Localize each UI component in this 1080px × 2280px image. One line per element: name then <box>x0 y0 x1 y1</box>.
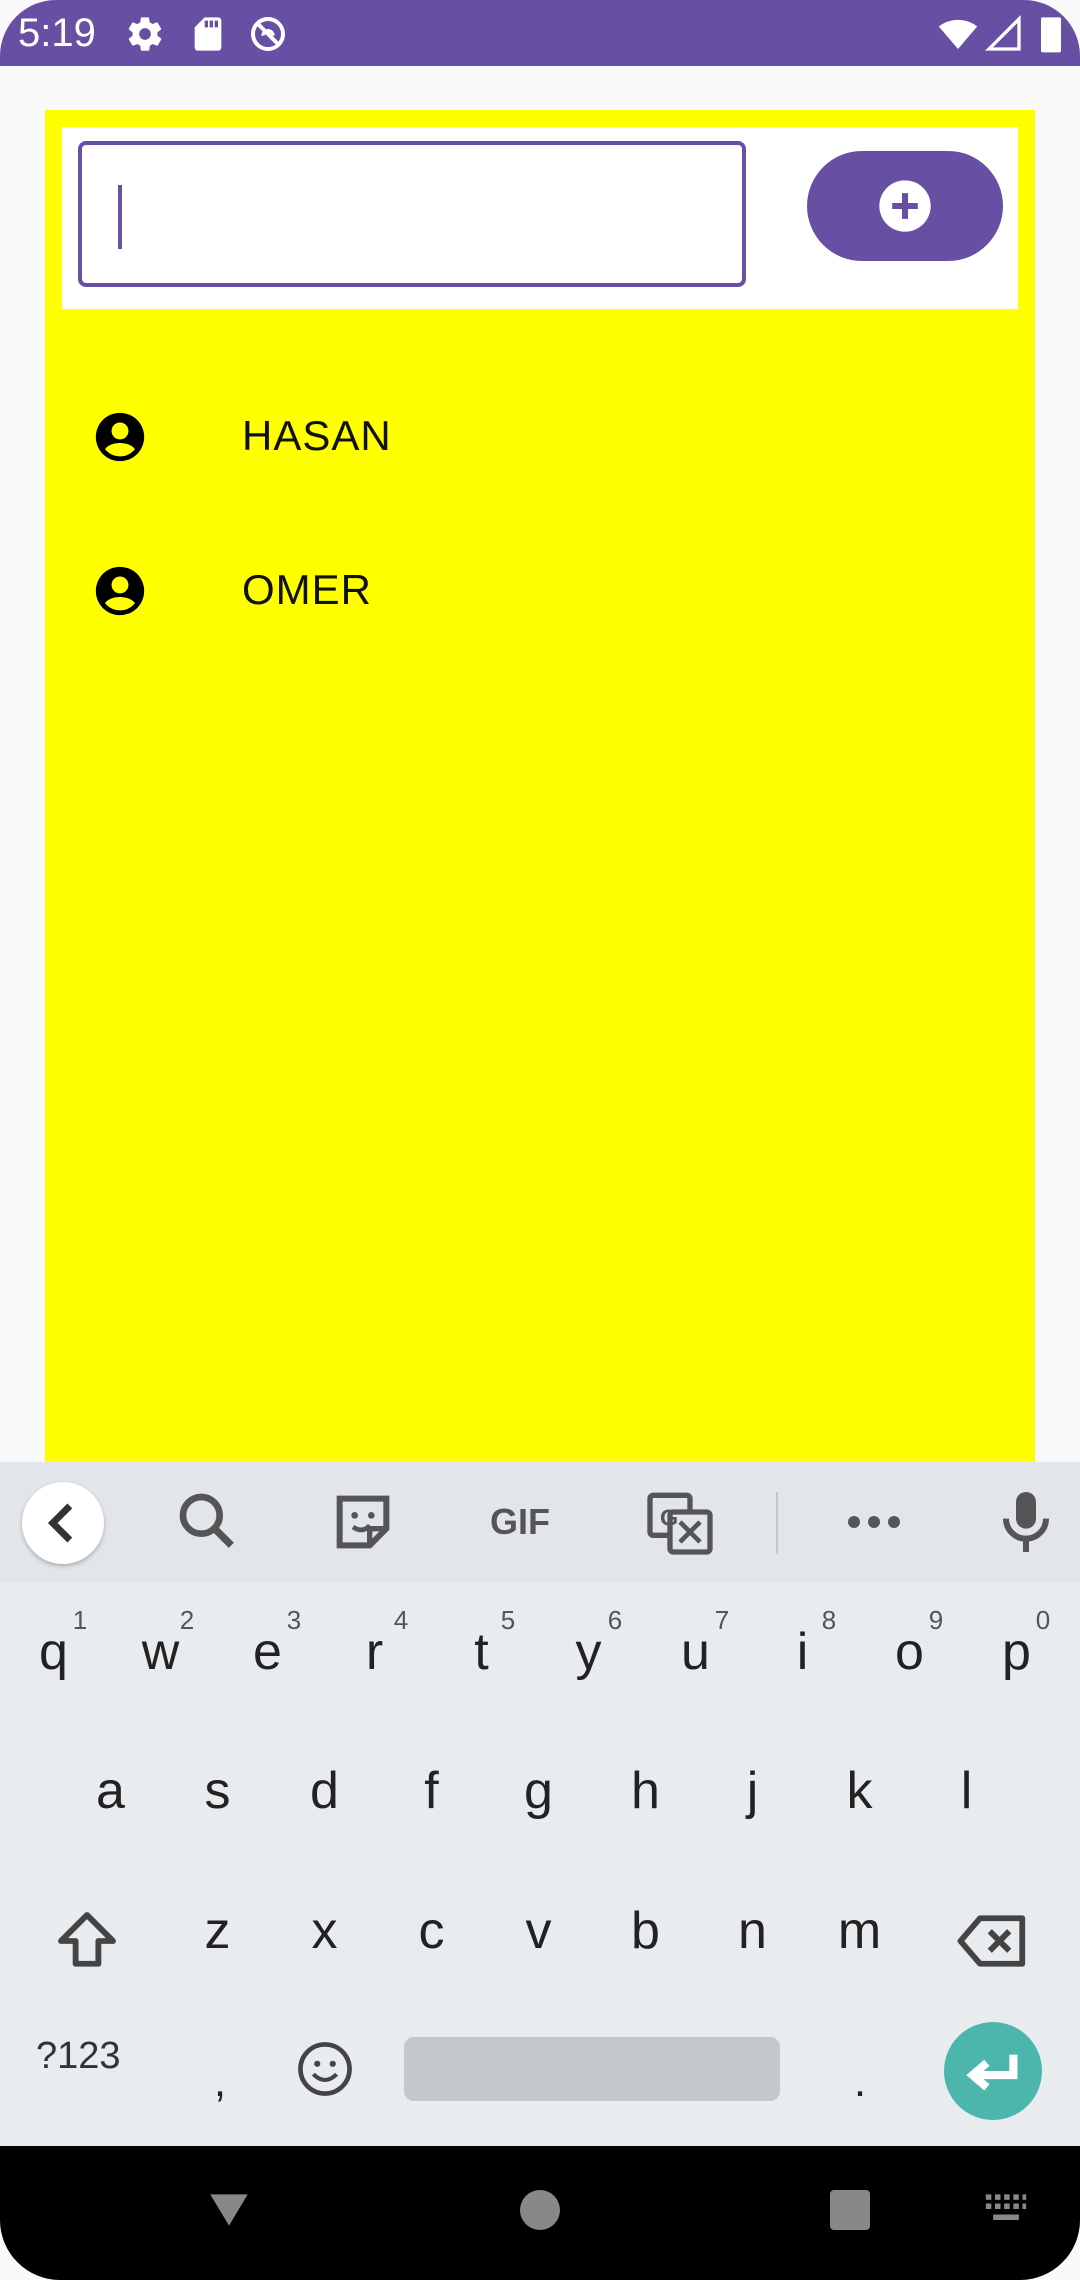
name-input[interactable] <box>102 165 706 267</box>
svg-text:G: G <box>660 1504 678 1530</box>
key-w[interactable]: w <box>107 1597 214 1707</box>
key-l[interactable]: l <box>913 1736 1020 1846</box>
key-c[interactable]: c <box>378 1876 485 1986</box>
list-item[interactable]: OMER <box>45 517 1035 667</box>
toolbar-divider <box>776 1492 778 1554</box>
key-u[interactable]: u <box>642 1597 749 1707</box>
chevron-left-icon <box>47 1503 73 1543</box>
keyboard-switch-icon[interactable] <box>984 2192 1028 2226</box>
comma-key[interactable]: , <box>200 2027 240 2137</box>
key-d[interactable]: d <box>271 1736 378 1846</box>
key-t[interactable]: t <box>428 1597 535 1707</box>
key-m[interactable]: m <box>806 1876 913 1986</box>
key-a[interactable]: a <box>57 1736 164 1846</box>
key-z[interactable]: z <box>164 1876 271 1986</box>
home-circle-icon[interactable] <box>516 2186 564 2234</box>
key-p[interactable]: p <box>963 1597 1070 1707</box>
symbols-key[interactable]: ?123 <box>36 2035 121 2078</box>
text-cursor <box>118 185 122 249</box>
emoji-icon[interactable] <box>294 2038 356 2100</box>
sticker-icon[interactable] <box>323 1482 403 1562</box>
key-s[interactable]: s <box>164 1736 271 1846</box>
more-icon[interactable] <box>834 1482 914 1562</box>
list-item[interactable]: HASAN <box>45 363 1035 513</box>
key-hint-9: 9 <box>928 1605 944 1635</box>
backspace-icon[interactable] <box>954 1902 1032 1980</box>
key-o[interactable]: o <box>856 1597 963 1707</box>
list-item-label: HASAN <box>242 412 392 459</box>
no-disturb-icon <box>251 17 285 51</box>
key-hint-0: 0 <box>1035 1605 1051 1635</box>
key-f[interactable]: f <box>378 1736 485 1846</box>
status-time: 5:19 <box>18 11 96 55</box>
key-hint-8: 8 <box>821 1605 837 1635</box>
keyboard-toolbar: GIF G <box>0 1462 1080 1582</box>
recents-square-icon[interactable] <box>826 2186 874 2234</box>
key-hint-4: 4 <box>393 1605 409 1635</box>
account-circle-icon <box>95 566 145 616</box>
key-j[interactable]: j <box>699 1736 806 1846</box>
account-circle-icon <box>95 412 145 462</box>
key-k[interactable]: k <box>806 1736 913 1846</box>
key-g[interactable]: g <box>485 1736 592 1846</box>
key-n[interactable]: n <box>699 1876 806 1986</box>
space-key[interactable] <box>404 2037 780 2101</box>
enter-key[interactable] <box>944 2022 1042 2120</box>
navigation-bar <box>0 2146 1080 2280</box>
back-triangle-icon[interactable] <box>204 2184 254 2234</box>
key-hint-2: 2 <box>179 1605 195 1635</box>
key-i[interactable]: i <box>749 1597 856 1707</box>
period-key[interactable]: . <box>840 2027 880 2137</box>
mic-icon[interactable] <box>986 1482 1066 1562</box>
soft-keyboard: GIF G q1w2e3r4t5y6u7i8o9p0 asdfghjkl z x… <box>0 1462 1080 2146</box>
app-screen: 5:19 HASAN OMER GIF G q 1 w 2 e 3 r 4 t … <box>0 0 1080 2280</box>
key-v[interactable]: v <box>485 1876 592 1986</box>
key-e[interactable]: e <box>214 1597 321 1707</box>
add-button[interactable] <box>807 151 1003 261</box>
search-icon[interactable] <box>168 1482 248 1562</box>
key-h[interactable]: h <box>592 1736 699 1846</box>
key-hint-5: 5 <box>500 1605 516 1635</box>
key-hint-7: 7 <box>714 1605 730 1635</box>
keyboard-back-button[interactable] <box>22 1482 104 1564</box>
key-b[interactable]: b <box>592 1876 699 1986</box>
key-hint-1: 1 <box>72 1605 88 1635</box>
names-panel: HASAN OMER <box>45 110 1035 1462</box>
name-text-field[interactable] <box>78 141 746 287</box>
key-hint-3: 3 <box>286 1605 302 1635</box>
status-bar: 5:19 <box>0 0 1080 66</box>
key-y[interactable]: y <box>535 1597 642 1707</box>
key-q[interactable]: q <box>0 1597 107 1707</box>
gif-button[interactable]: GIF <box>480 1492 560 1552</box>
key-hint-6: 6 <box>607 1605 623 1635</box>
settings-icon <box>128 17 162 51</box>
list-item-label: OMER <box>242 566 372 613</box>
sd-card-icon <box>194 17 222 51</box>
plus-circle-icon <box>879 180 931 232</box>
translate-icon[interactable]: G <box>640 1482 720 1562</box>
signal-icon <box>984 14 1021 51</box>
wifi-icon <box>938 19 978 49</box>
battery-icon <box>1041 17 1061 53</box>
key-x[interactable]: x <box>271 1876 378 1986</box>
enter-arrow-icon <box>966 2054 1018 2091</box>
shift-icon[interactable] <box>48 1902 126 1980</box>
add-name-form <box>62 127 1018 309</box>
key-r[interactable]: r <box>321 1597 428 1707</box>
